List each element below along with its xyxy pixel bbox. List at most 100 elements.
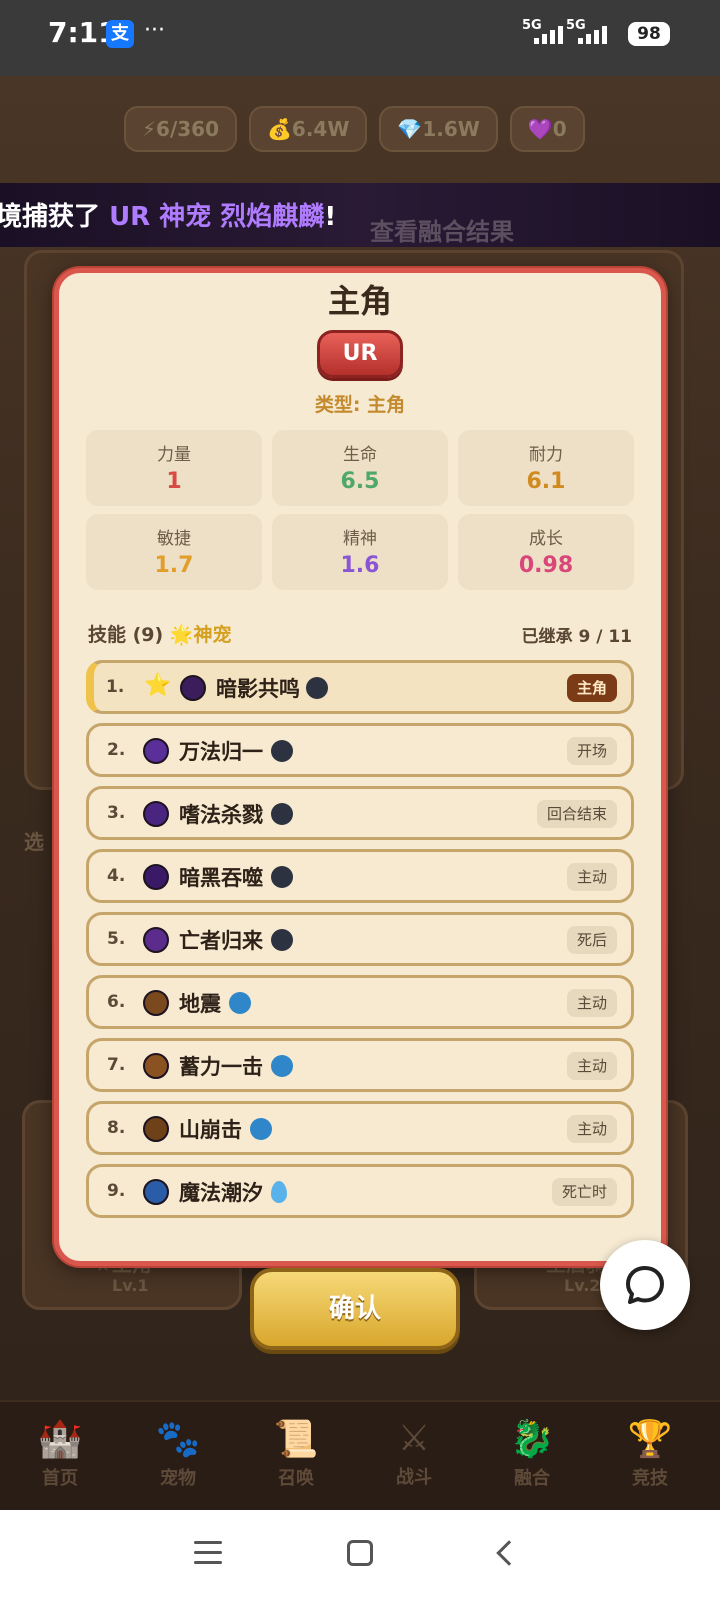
skill-name: 地震 <box>179 992 221 1016</box>
stat-value: 0.98 <box>518 553 574 578</box>
earth-globe-icon <box>250 1118 272 1140</box>
skill-tag: 主角 <box>566 674 617 702</box>
nav-home[interactable]: 🏰 首页 <box>0 1400 120 1510</box>
skill-tag: 主动 <box>566 989 617 1017</box>
skill-row[interactable]: 8. 山崩击 主动 <box>86 1101 634 1155</box>
signal-bars-2-icon <box>578 26 607 44</box>
skill-row[interactable]: 2. 万法归一 开场 <box>86 723 634 777</box>
magic-skill-icon <box>143 801 169 827</box>
stat-value: 1.7 <box>154 553 194 578</box>
skill-row[interactable]: 4. 暗黑吞噬 主动 <box>86 849 634 903</box>
skill-name: 暗影共鸣 <box>216 677 300 701</box>
skill-name: 暗黑吞噬 <box>179 866 263 890</box>
earth-globe-icon <box>229 992 251 1014</box>
skill-name: 蓄力一击 <box>179 1055 263 1079</box>
skill-number: 5. <box>107 929 126 949</box>
skill-row[interactable]: 3. 嗜法杀戮 回合结束 <box>86 786 634 840</box>
inherited-count: 已继承 9 / 11 <box>521 627 632 647</box>
dark-element-icon <box>271 929 293 951</box>
signal-bars-1-icon <box>534 26 563 44</box>
stat-label: 敏捷 <box>157 529 191 549</box>
stat-value: 1 <box>166 469 182 494</box>
skill-number: 1. <box>106 677 125 697</box>
status-bar: 7:11 支 ··· 5G 5G 98 <box>0 0 720 76</box>
stat-stamina: 耐力 6.1 <box>458 430 634 506</box>
stat-growth: 成长 0.98 <box>458 514 634 590</box>
background-side-text: 选 <box>24 830 44 854</box>
skill-row[interactable]: 9. 魔法潮汐 死亡时 <box>86 1164 634 1218</box>
charge-strike-skill-icon <box>143 1053 169 1079</box>
confirm-button[interactable]: 确认 <box>250 1268 460 1350</box>
stat-label: 耐力 <box>529 445 563 465</box>
nav-pets-label: 宠物 <box>160 1468 196 1489</box>
nav-battle-label: 战斗 <box>396 1467 432 1488</box>
landslide-skill-icon <box>143 1116 169 1142</box>
modal-title: 主角 <box>327 282 392 320</box>
earth-globe-icon <box>271 1055 293 1077</box>
skills-title: 技能 (9) <box>88 624 164 646</box>
nav-pets[interactable]: 🐾 宠物 <box>118 1400 238 1510</box>
skill-number: 2. <box>107 740 126 760</box>
skill-row[interactable]: 1. ⭐ 暗影共鸣 主角 <box>86 660 634 714</box>
nav-fusion-label: 融合 <box>514 1468 550 1489</box>
stat-agility: 敏捷 1.7 <box>86 514 262 590</box>
skill-row[interactable]: 6. 地震 主动 <box>86 975 634 1029</box>
stat-health: 生命 6.5 <box>272 430 448 506</box>
skill-number: 4. <box>107 866 126 886</box>
stat-label: 力量 <box>157 445 191 465</box>
stat-label: 精神 <box>343 529 377 549</box>
castle-icon: 🏰 <box>37 1419 83 1460</box>
stat-value: 6.5 <box>340 469 380 494</box>
announcement-highlight: UR 神宠 烈焰麒麟 <box>109 202 325 232</box>
skill-tag: 死亡时 <box>551 1178 617 1206</box>
skill-name: 亡者归来 <box>179 929 263 953</box>
nav-arena[interactable]: 🏆 竞技 <box>590 1400 710 1510</box>
shadow-skill-icon <box>180 675 206 701</box>
skill-number: 9. <box>107 1181 126 1201</box>
stat-spirit: 精神 1.6 <box>272 514 448 590</box>
home-icon[interactable] <box>347 1540 373 1566</box>
stat-label: 生命 <box>343 445 377 465</box>
paw-icon: 🐾 <box>155 1419 201 1460</box>
battery-indicator: 98 <box>628 22 670 46</box>
swords-icon: ⚔ <box>397 1418 431 1459</box>
trophy-icon: 🏆 <box>627 1419 673 1460</box>
skill-number: 6. <box>107 992 126 1012</box>
skill-name: 魔法潮汐 <box>179 1181 263 1205</box>
skill-row[interactable]: 7. 蓄力一击 主动 <box>86 1038 634 1092</box>
heart-counter: 💜0 <box>509 106 585 152</box>
scroll-icon: 📜 <box>273 1419 319 1460</box>
background-card-3-level: Lv.2 <box>564 1276 601 1295</box>
skill-tag: 开场 <box>566 737 617 765</box>
water-drop-icon <box>271 1181 287 1203</box>
star-icon: ⭐ <box>144 673 172 698</box>
dark-element-icon <box>306 677 328 699</box>
stat-value: 1.6 <box>340 553 380 578</box>
skill-name: 万法归一 <box>179 740 263 764</box>
skill-tag: 主动 <box>566 863 617 891</box>
tide-skill-icon <box>143 1179 169 1205</box>
skills-header: 技能 (9) 🌟神宠 <box>88 620 232 647</box>
stat-label: 成长 <box>529 529 563 549</box>
skill-row[interactable]: 5. 亡者归来 死后 <box>86 912 634 966</box>
nav-fusion[interactable]: 🐉 融合 <box>472 1400 592 1510</box>
nav-summon[interactable]: 📜 召唤 <box>236 1400 356 1510</box>
magic-skill-icon <box>143 738 169 764</box>
nav-summon-label: 召唤 <box>278 1468 314 1489</box>
chat-button[interactable] <box>600 1240 690 1330</box>
nav-battle[interactable]: ⚔ 战斗 <box>354 1400 474 1510</box>
view-fusion-result-text: 查看融合结果 <box>370 218 514 246</box>
dark-skill-icon <box>143 864 169 890</box>
alipay-icon: 支 <box>106 20 134 48</box>
recent-apps-icon[interactable] <box>194 1541 222 1565</box>
nav-home-label: 首页 <box>42 1468 78 1489</box>
skill-tag: 回合结束 <box>536 800 617 828</box>
skill-tag: 死后 <box>566 926 617 954</box>
type-label: 类型: 主角 <box>314 394 406 416</box>
announcement-prefix: 境捕获了 <box>0 202 110 232</box>
chat-bubble-icon <box>626 1266 664 1304</box>
rarity-badge: UR <box>317 330 403 378</box>
skill-number: 3. <box>107 803 126 823</box>
divine-pet-badge: 🌟神宠 <box>169 624 232 646</box>
dragon-icon: 🐉 <box>509 1419 555 1460</box>
